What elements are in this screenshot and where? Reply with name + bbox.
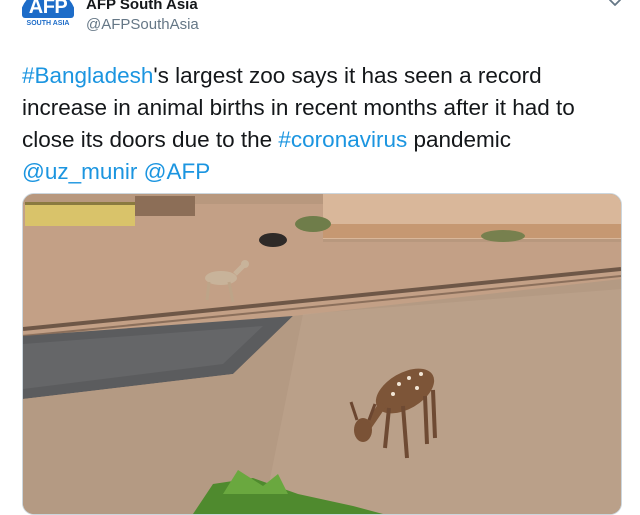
hashtag-bangladesh[interactable]: #Bangladesh (22, 63, 153, 88)
avatar[interactable]: AFP SOUTH ASIA (20, 0, 76, 46)
tweet-video[interactable] (22, 193, 622, 515)
hashtag-coronavirus[interactable]: #coronavirus (278, 127, 407, 152)
mention-afp[interactable]: @AFP (144, 159, 211, 184)
afp-logo: AFP (22, 0, 74, 18)
chevron-down-icon[interactable] (606, 0, 624, 12)
tweet-text-part-2: pandemic (407, 127, 512, 152)
afp-logo-subtext: SOUTH ASIA (26, 20, 70, 27)
zoo-deer-video-frame (23, 194, 621, 514)
user-handle[interactable]: @AFPSouthAsia (86, 16, 199, 33)
tweet-header: AFP SOUTH ASIA AFP South Asia @AFPSouthA… (0, 0, 640, 50)
mention-uz-munir[interactable]: @uz_munir (22, 159, 137, 184)
display-name[interactable]: AFP South Asia (86, 0, 198, 13)
tweet-text: #Bangladesh's largest zoo says it has se… (22, 60, 622, 188)
